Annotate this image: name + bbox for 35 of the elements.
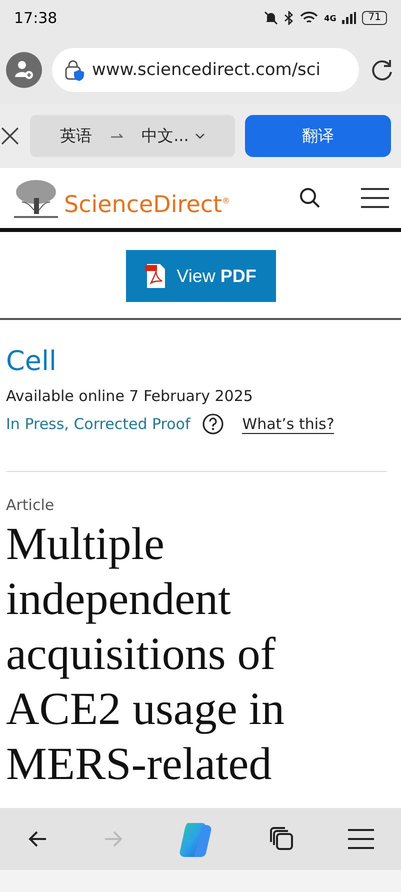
tabs-icon [268,825,296,853]
article-status: In Press, Corrected Proof [6,415,190,433]
help-icon [202,413,224,435]
source-language[interactable]: 英语 [60,126,92,146]
status-time: 17:38 [14,9,58,27]
wifi-icon [300,11,318,25]
reload-button[interactable] [369,57,395,83]
signal-icon [342,12,356,24]
tree-logo-icon [12,178,60,218]
view-pdf-button[interactable]: View PDF [126,250,276,302]
caret-icon [194,133,205,139]
person-add-icon [14,60,34,80]
article-title: Multiple independent acquisitions of ACE2 usage in MERS-related [6,517,286,791]
target-language[interactable]: 中文... [142,126,205,146]
menu-button[interactable] [347,827,376,851]
tabs-button[interactable] [268,825,296,853]
lock-shield-icon [64,59,86,81]
pdf-file-icon [144,263,167,289]
article-type: Article [6,496,56,514]
menu-icon [347,827,376,851]
bluetooth-icon [284,11,294,25]
bell-muted-icon [264,11,278,25]
swap-languages[interactable]: ⇀ [110,126,124,146]
journal-link[interactable]: Cell [6,346,395,377]
battery-level: 71 [362,11,387,25]
profile-avatar[interactable] [6,52,42,88]
search-button[interactable] [299,187,321,209]
network-type: 4G [324,14,336,22]
menu-button[interactable] [361,187,389,209]
sciencedirect-logo[interactable]: ScienceDirect$^{®}$ [64,192,230,218]
translate-button[interactable]: 翻译 [245,115,391,157]
url-field[interactable]: www.sciencedirect.com/sci [52,48,359,92]
whats-this-link[interactable]: What’s this? [242,414,334,434]
available-date: Available online 7 February 2025 [6,387,254,405]
close-button[interactable] [0,126,20,146]
